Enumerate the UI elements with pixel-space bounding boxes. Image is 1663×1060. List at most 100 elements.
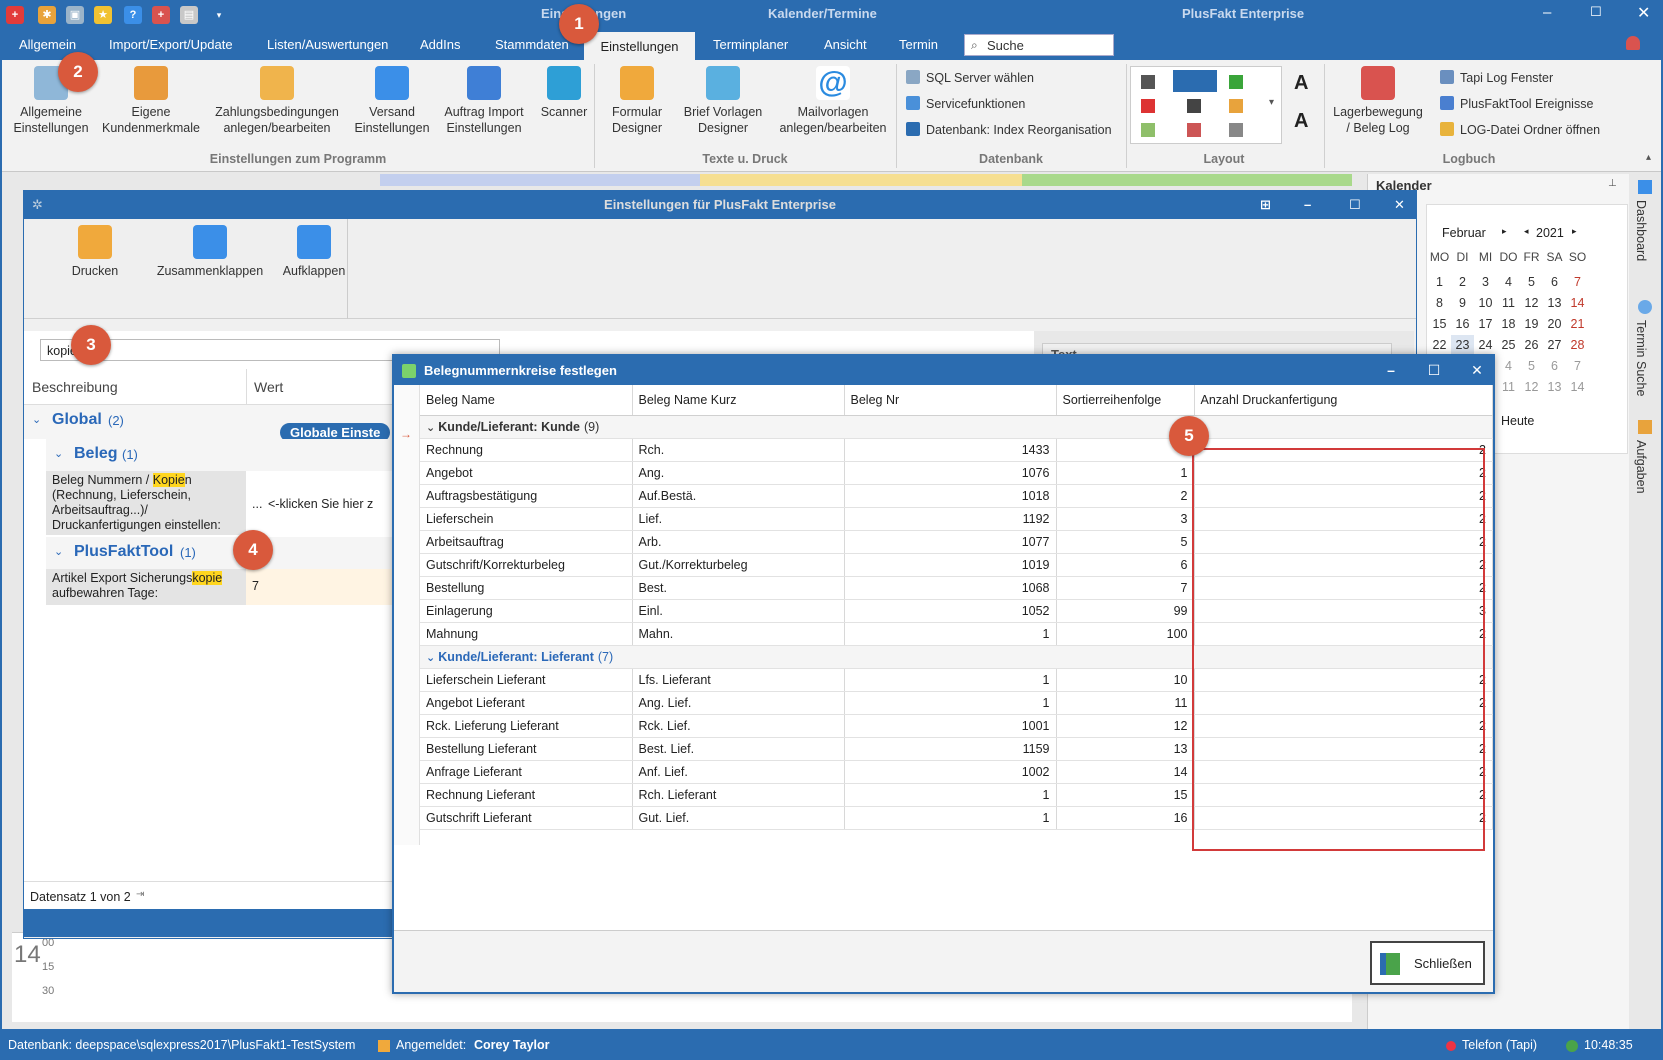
table-cell[interactable]: 1077 (844, 530, 1057, 554)
calendar-day[interactable]: 14 (1566, 293, 1589, 314)
calendar-day[interactable]: 10 (1474, 293, 1497, 314)
group-row[interactable]: ⌄ Kunde/Lieferant: Kunde (9) (420, 415, 1493, 439)
table-cell[interactable]: 2 (1194, 530, 1493, 554)
calendar-day[interactable]: 6 (1543, 356, 1566, 377)
mailvorlagen-button[interactable]: @ Mailvorlagen anlegen/bearbeiten (772, 66, 894, 136)
calendar-day[interactable]: 25 (1497, 335, 1520, 356)
menu-listen[interactable]: Listen/Auswertungen (261, 30, 394, 60)
customize-dropdown-icon[interactable]: ▾ (210, 6, 228, 24)
col-beschreibung[interactable]: Beschreibung (32, 379, 118, 395)
table-cell[interactable]: 2 (1194, 553, 1493, 577)
table-cell[interactable]: 1068 (844, 576, 1057, 600)
table-cell[interactable]: 1 (844, 622, 1057, 646)
minimize-button[interactable]: – (1376, 356, 1406, 384)
layout-tile-icon[interactable] (1187, 99, 1201, 113)
table-cell[interactable]: Best. Lief. (632, 737, 845, 761)
table-cell[interactable]: 2 (1194, 668, 1493, 692)
calendar-day[interactable]: 16 (1451, 314, 1474, 335)
lagerbewegung-button[interactable]: Lagerbewegung / Beleg Log (1330, 66, 1426, 136)
layout-tile-icon[interactable] (1141, 99, 1155, 113)
phone-status[interactable]: Telefon (Tapi) (1462, 1038, 1537, 1052)
table-cell[interactable]: Rck. Lieferung Lieferant (420, 714, 633, 738)
calendar-day[interactable]: 7 (1566, 272, 1589, 293)
table-cell[interactable]: Rch. (632, 438, 845, 462)
calendar-day[interactable]: 12 (1520, 377, 1543, 398)
layout-tile-icon[interactable] (1229, 99, 1243, 113)
quick-access-icon-1[interactable]: ✱ (38, 6, 56, 24)
table-cell[interactable]: 2 (1194, 622, 1493, 646)
menu-einstellungen[interactable]: Einstellungen (584, 30, 695, 60)
table-cell[interactable]: Gut./Korrekturbeleg (632, 553, 845, 577)
maximize-button[interactable]: ☐ (1349, 191, 1361, 219)
table-cell[interactable]: Gutschrift/Korrekturbeleg (420, 553, 633, 577)
calendar-day[interactable]: 5 (1520, 272, 1543, 293)
calendar-day[interactable]: 24 (1474, 335, 1497, 356)
table-cell[interactable]: 14 (1056, 760, 1195, 784)
table-cell[interactable]: 2 (1194, 806, 1493, 830)
table-cell[interactable]: 3 (1194, 599, 1493, 623)
table-cell[interactable]: Arbeitsauftrag (420, 530, 633, 554)
table-cell[interactable]: 1433 (844, 438, 1057, 462)
layout-tile-selected-icon[interactable] (1173, 70, 1217, 92)
search-input[interactable]: Suche (987, 38, 1024, 53)
table-row[interactable]: RechnungRch.143302 (420, 438, 1493, 462)
calendar-day[interactable]: 22 (1428, 335, 1451, 356)
table-cell[interactable]: Bestellung Lieferant (420, 737, 633, 761)
table-cell[interactable]: 99 (1056, 599, 1195, 623)
table-cell[interactable]: 1052 (844, 599, 1057, 623)
calendar-day[interactable]: 13 (1543, 293, 1566, 314)
table-cell[interactable]: 11 (1056, 691, 1195, 715)
calendar-day[interactable]: 9 (1451, 293, 1474, 314)
table-cell[interactable]: Lief. (632, 507, 845, 531)
table-cell[interactable]: 1018 (844, 484, 1057, 508)
menu-import-export[interactable]: Import/Export/Update (103, 30, 239, 60)
schliessen-button[interactable]: Schließen (1370, 941, 1485, 985)
chevron-down-icon[interactable]: ⌄ (32, 413, 41, 426)
calendar-day[interactable]: 18 (1497, 314, 1520, 335)
next-month-icon[interactable]: ▸ (1502, 226, 1507, 237)
chevron-down-icon[interactable]: ⌄ (426, 652, 438, 664)
menu-ansicht[interactable]: Ansicht (818, 30, 873, 60)
index-reorg-button[interactable]: Datenbank: Index Reorganisation (906, 122, 1112, 137)
table-cell[interactable]: 1 (844, 783, 1057, 807)
calendar-day[interactable]: 1 (1428, 272, 1451, 293)
tool-ereignisse-button[interactable]: PlusFaktTool Ereignisse (1440, 96, 1593, 111)
layout-tile-icon[interactable] (1187, 123, 1201, 137)
table-cell[interactable]: 2 (1194, 438, 1493, 462)
table-row[interactable]: Lieferschein Lief. 1192 3 2 (420, 507, 1493, 531)
chevron-down-icon[interactable]: ⌄ (54, 447, 63, 460)
table-cell[interactable]: Ang. (632, 461, 845, 485)
table-cell[interactable]: 1159 (844, 737, 1057, 761)
close-button[interactable]: ✕ (1394, 191, 1405, 219)
table-cell[interactable]: Arb. (632, 530, 845, 554)
table-cell[interactable]: 2 (1194, 737, 1493, 761)
table-cell[interactable]: 1192 (844, 507, 1057, 531)
col-beleg-name-kurz[interactable]: Beleg Name Kurz (632, 385, 845, 416)
gallery-scroll-icon[interactable]: ▾ (1269, 97, 1274, 108)
table-cell[interactable]: 1001 (844, 714, 1057, 738)
table-cell[interactable]: 1 (844, 668, 1057, 692)
close-button[interactable]: ✕ (1637, 3, 1650, 23)
chevron-down-icon[interactable]: ⌄ (54, 545, 63, 558)
table-cell[interactable]: 2 (1194, 507, 1493, 531)
calendar-day[interactable]: 26 (1520, 335, 1543, 356)
table-cell[interactable]: 2 (1194, 691, 1493, 715)
calendar-day[interactable]: 19 (1520, 314, 1543, 335)
table-cell[interactable]: Lieferschein Lieferant (420, 668, 633, 692)
formular-designer-button[interactable]: Formular Designer (600, 66, 674, 136)
collapse-ribbon-icon[interactable]: ▴ (1646, 152, 1651, 163)
col-sortierreihenfolge[interactable]: Sortierreihenfolge (1056, 385, 1195, 416)
calendar-day[interactable]: 3 (1474, 272, 1497, 293)
layout-tile-icon[interactable] (1141, 123, 1155, 137)
table-cell[interactable]: Einl. (632, 599, 845, 623)
table-cell[interactable]: 2 (1194, 484, 1493, 508)
minimize-button[interactable]: – (1543, 4, 1551, 21)
calendar-day[interactable]: 4 (1497, 272, 1520, 293)
calendar-day[interactable]: 28 (1566, 335, 1589, 356)
layout-tile-icon[interactable] (1229, 75, 1243, 89)
pin-icon[interactable]: ⊥ (1608, 178, 1617, 189)
col-wert[interactable]: Wert (254, 379, 283, 395)
minimize-button[interactable]: – (1304, 191, 1311, 219)
calendar-day[interactable]: 8 (1428, 293, 1451, 314)
calendar-day[interactable]: 21 (1566, 314, 1589, 335)
